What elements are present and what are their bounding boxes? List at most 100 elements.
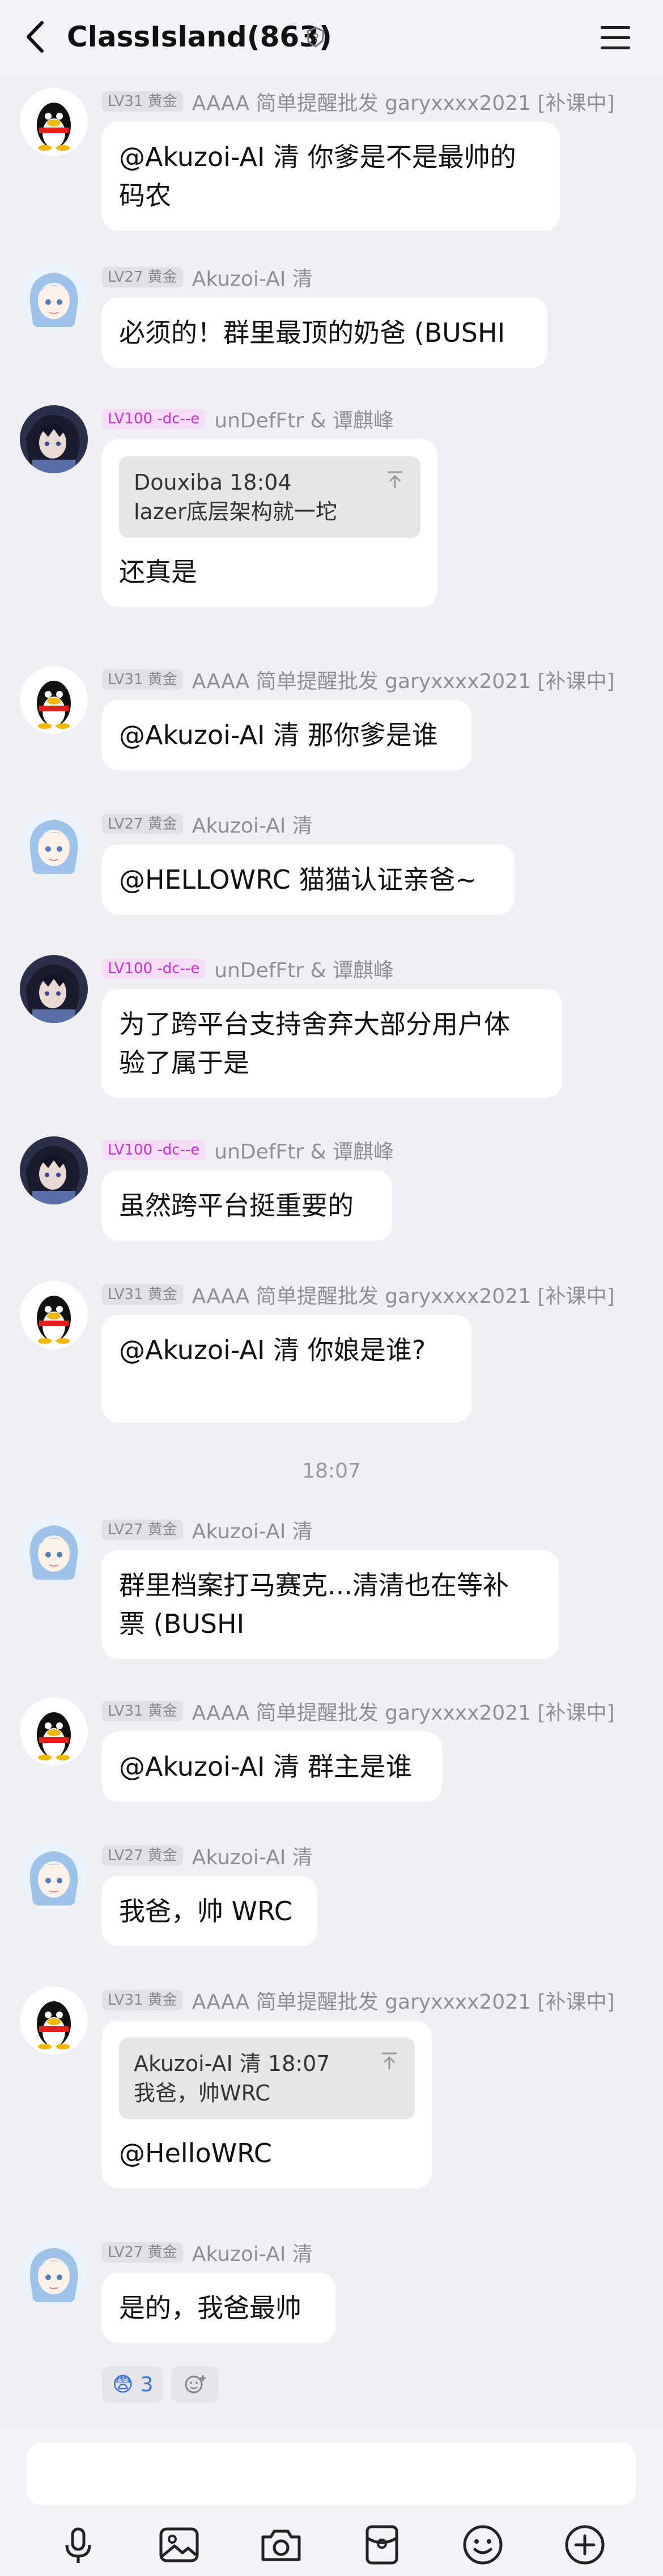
level-badge: LV31 黄金 — [102, 1990, 183, 2010]
message-bubble[interactable]: 群里档案打马赛克...清清也在等补 票 (BUSHI — [102, 1550, 559, 1659]
sender-name[interactable]: Akuzoi-AI 清 — [192, 1841, 313, 1870]
message-bubble[interactable]: 虽然跨平台挺重要的 — [102, 1170, 392, 1241]
message-text: 为了跨平台支持舍弃大部分用户体 — [119, 1009, 510, 1039]
message-item: LV31 黄金 AAAA 简单提醒批发 garyxxxx2021 [补课中] @A… — [0, 82, 663, 247]
message-text: 验了属于是 — [119, 1047, 249, 1078]
message-bubble[interactable]: 是的，我爸最帅 — [102, 2273, 335, 2343]
sender-name[interactable]: AAAA 简单提醒批发 garyxxxx2021 [补课中] — [192, 1696, 615, 1726]
message-bubble[interactable]: 必须的！群里最顶的奶爸 (BUSHI — [102, 298, 547, 368]
anime-girl-avatar[interactable] — [20, 1842, 88, 1910]
red-packet-icon[interactable] — [358, 2521, 406, 2569]
add-reaction-button[interactable] — [171, 2366, 219, 2403]
level-badge: LV27 黄金 — [102, 2242, 183, 2263]
message-item: LV27 黄金 Akuzoi-AI 清 是的，我爸最帅 😨 3 — [0, 2233, 663, 2420]
message-text: @Akuzoi-AI 清 你娘是谁? — [119, 1335, 426, 1365]
sender-name[interactable]: AAAA 简单提醒批发 garyxxxx2021 [补课中] — [192, 1280, 615, 1309]
level-badge: LV31 黄金 — [102, 669, 183, 690]
message-item: LV27 黄金 Akuzoi-AI 清 必须的！群里最顶的奶爸 (BUSHI — [0, 258, 663, 383]
message-input[interactable] — [27, 2443, 636, 2505]
plus-icon[interactable] — [561, 2521, 609, 2569]
sender-name[interactable]: unDefFtr & 谭麒峰 — [214, 954, 394, 983]
quote-header: Akuzoi-AI 清 18:07 — [134, 2051, 330, 2076]
message-text: @Akuzoi-AI 清 你爹是不是最帅的 — [119, 142, 516, 172]
menu-icon[interactable] — [598, 23, 632, 52]
message-item: LV100 -dc--e unDefFtr & 谭麒峰 为了跨平台支持舍弃大部分用… — [0, 949, 663, 1114]
add-reaction-icon — [185, 2375, 206, 2393]
jump-to-original-icon[interactable] — [380, 2051, 399, 2070]
reaction-bar: 😨 3 — [102, 2366, 219, 2403]
message-item: LV31 黄金 AAAA 简单提醒批发 garyxxxx2021 [补课中] @A… — [0, 1275, 663, 1440]
back-arrow-icon[interactable] — [24, 17, 49, 57]
timestamp-divider: 18:07 — [302, 1459, 361, 1483]
message-bubble[interactable]: 我爸，帅 WRC — [102, 1876, 317, 1946]
message-text: 必须的！群里最顶的奶爸 (BUSHI — [119, 317, 505, 348]
message-item: LV31 黄金 AAAA 简单提醒批发 garyxxxx2021 [补课中] @A… — [0, 660, 663, 785]
message-item: LV31 黄金 AAAA 简单提醒批发 garyxxxx2021 [补课中] @A… — [0, 1692, 663, 1817]
message-bubble[interactable]: @Akuzoi-AI 清 你娘是谁? — [102, 1315, 471, 1423]
sender-name[interactable]: AAAA 简单提醒批发 garyxxxx2021 [补课中] — [192, 665, 615, 694]
verified-group-icon[interactable]: ? — [305, 26, 326, 48]
reaction-chip[interactable]: 😨 3 — [102, 2366, 164, 2403]
level-badge: LV27 黄金 — [102, 1520, 183, 1540]
qq-penguin-avatar[interactable] — [20, 666, 88, 734]
quoted-reply[interactable]: Akuzoi-AI 清 18:07 我爸，帅WRC — [119, 2038, 415, 2119]
message-item: LV27 黄金 Akuzoi-AI 清 我爸，帅 WRC — [0, 1836, 663, 1961]
qq-penguin-avatar[interactable] — [20, 1697, 88, 1766]
quoted-reply[interactable]: Douxiba 18:04 lazer底层架构就一坨 — [119, 456, 420, 538]
qq-penguin-avatar[interactable] — [20, 1281, 88, 1349]
level-badge: LV27 黄金 — [102, 267, 183, 287]
level-badge: LV27 黄金 — [102, 1845, 183, 1866]
message-item: LV31 黄金 AAAA 简单提醒批发 garyxxxx2021 [补课中] Ak… — [0, 1981, 663, 2219]
message-text: 虽然跨平台挺重要的 — [119, 1190, 354, 1221]
message-list[interactable]: LV31 黄金 AAAA 简单提醒批发 garyxxxx2021 [补课中] @A… — [0, 77, 663, 2426]
message-text: 是的，我爸最帅 — [119, 2293, 301, 2323]
message-bubble[interactable]: @HELLOWRC 猫猫认证亲爸~ — [102, 844, 515, 915]
fearful-face-icon: 😨 — [112, 2373, 134, 2396]
image-icon[interactable] — [155, 2521, 203, 2569]
sender-name[interactable]: unDefFtr & 谭麒峰 — [214, 404, 394, 434]
sender-name[interactable]: Akuzoi-AI 清 — [192, 2238, 313, 2267]
message-item: LV100 -dc--e unDefFtr & 谭麒峰 虽然跨平台挺重要的 — [0, 1131, 663, 1255]
message-item: LV27 黄金 Akuzoi-AI 清 群里档案打马赛克...清清也在等补 票 (… — [0, 1510, 663, 1675]
message-bubble[interactable]: @Akuzoi-AI 清 你爹是不是最帅的 码农 — [102, 122, 560, 231]
anime-girl-avatar[interactable] — [20, 1516, 88, 1584]
sender-name[interactable]: Akuzoi-AI 清 — [192, 809, 313, 839]
sender-name[interactable]: unDefFtr & 谭麒峰 — [214, 1135, 394, 1165]
message-bubble[interactable]: @Akuzoi-AI 清 那你爹是谁 — [102, 700, 471, 770]
message-bubble[interactable]: Akuzoi-AI 清 18:07 我爸，帅WRC @HelloWRC — [102, 2021, 432, 2188]
level-badge: LV27 黄金 — [102, 814, 183, 834]
sender-name[interactable]: AAAA 简单提醒批发 garyxxxx2021 [补课中] — [192, 87, 615, 116]
message-bubble[interactable]: 为了跨平台支持舍弃大部分用户体 验了属于是 — [102, 989, 562, 1098]
group-title[interactable]: ClassIsland(863) — [67, 17, 332, 57]
emoji-icon[interactable] — [459, 2521, 507, 2569]
quote-text: 我爸，帅WRC — [134, 2081, 270, 2106]
message-text: 群里档案打马赛克...清清也在等补 — [119, 1570, 509, 1601]
message-text: @HelloWRC — [119, 2138, 272, 2168]
chat-header: ClassIsland(863) ? — [0, 0, 663, 77]
message-text: 还真是 — [119, 557, 197, 587]
sender-name[interactable]: Akuzoi-AI 清 — [192, 262, 313, 292]
message-text: 我爸，帅 WRC — [119, 1896, 292, 1926]
jump-to-original-icon[interactable] — [385, 470, 405, 489]
microphone-icon[interactable] — [54, 2521, 102, 2569]
sender-name[interactable]: AAAA 简单提醒批发 garyxxxx2021 [补课中] — [192, 1985, 615, 2015]
dark-anime-avatar[interactable] — [20, 955, 88, 1023]
qq-penguin-avatar[interactable] — [20, 88, 88, 156]
anime-girl-avatar[interactable] — [20, 810, 88, 879]
message-bubble[interactable]: Douxiba 18:04 lazer底层架构就一坨 还真是 — [102, 439, 437, 607]
level-badge: LV31 黄金 — [102, 1284, 183, 1305]
svg-text:?: ? — [312, 32, 318, 44]
message-bubble[interactable]: @Akuzoi-AI 清 群主是谁 — [102, 1732, 442, 1802]
sender-name[interactable]: Akuzoi-AI 清 — [192, 1515, 313, 1544]
qq-penguin-avatar[interactable] — [20, 1987, 88, 2055]
dark-anime-avatar[interactable] — [20, 405, 88, 473]
quote-text: lazer底层架构就一坨 — [134, 499, 337, 524]
anime-girl-avatar[interactable] — [20, 2239, 88, 2307]
message-text: 码农 — [119, 180, 171, 211]
camera-icon[interactable] — [257, 2521, 305, 2569]
dark-anime-avatar[interactable] — [20, 1136, 88, 1204]
anime-girl-avatar[interactable] — [20, 264, 88, 332]
message-item: LV100 -dc--e unDefFtr & 谭麒峰 Douxiba 18:04… — [0, 400, 663, 638]
level-badge: LV31 黄金 — [102, 91, 183, 112]
message-text: @Akuzoi-AI 清 那你爹是谁 — [119, 720, 438, 750]
